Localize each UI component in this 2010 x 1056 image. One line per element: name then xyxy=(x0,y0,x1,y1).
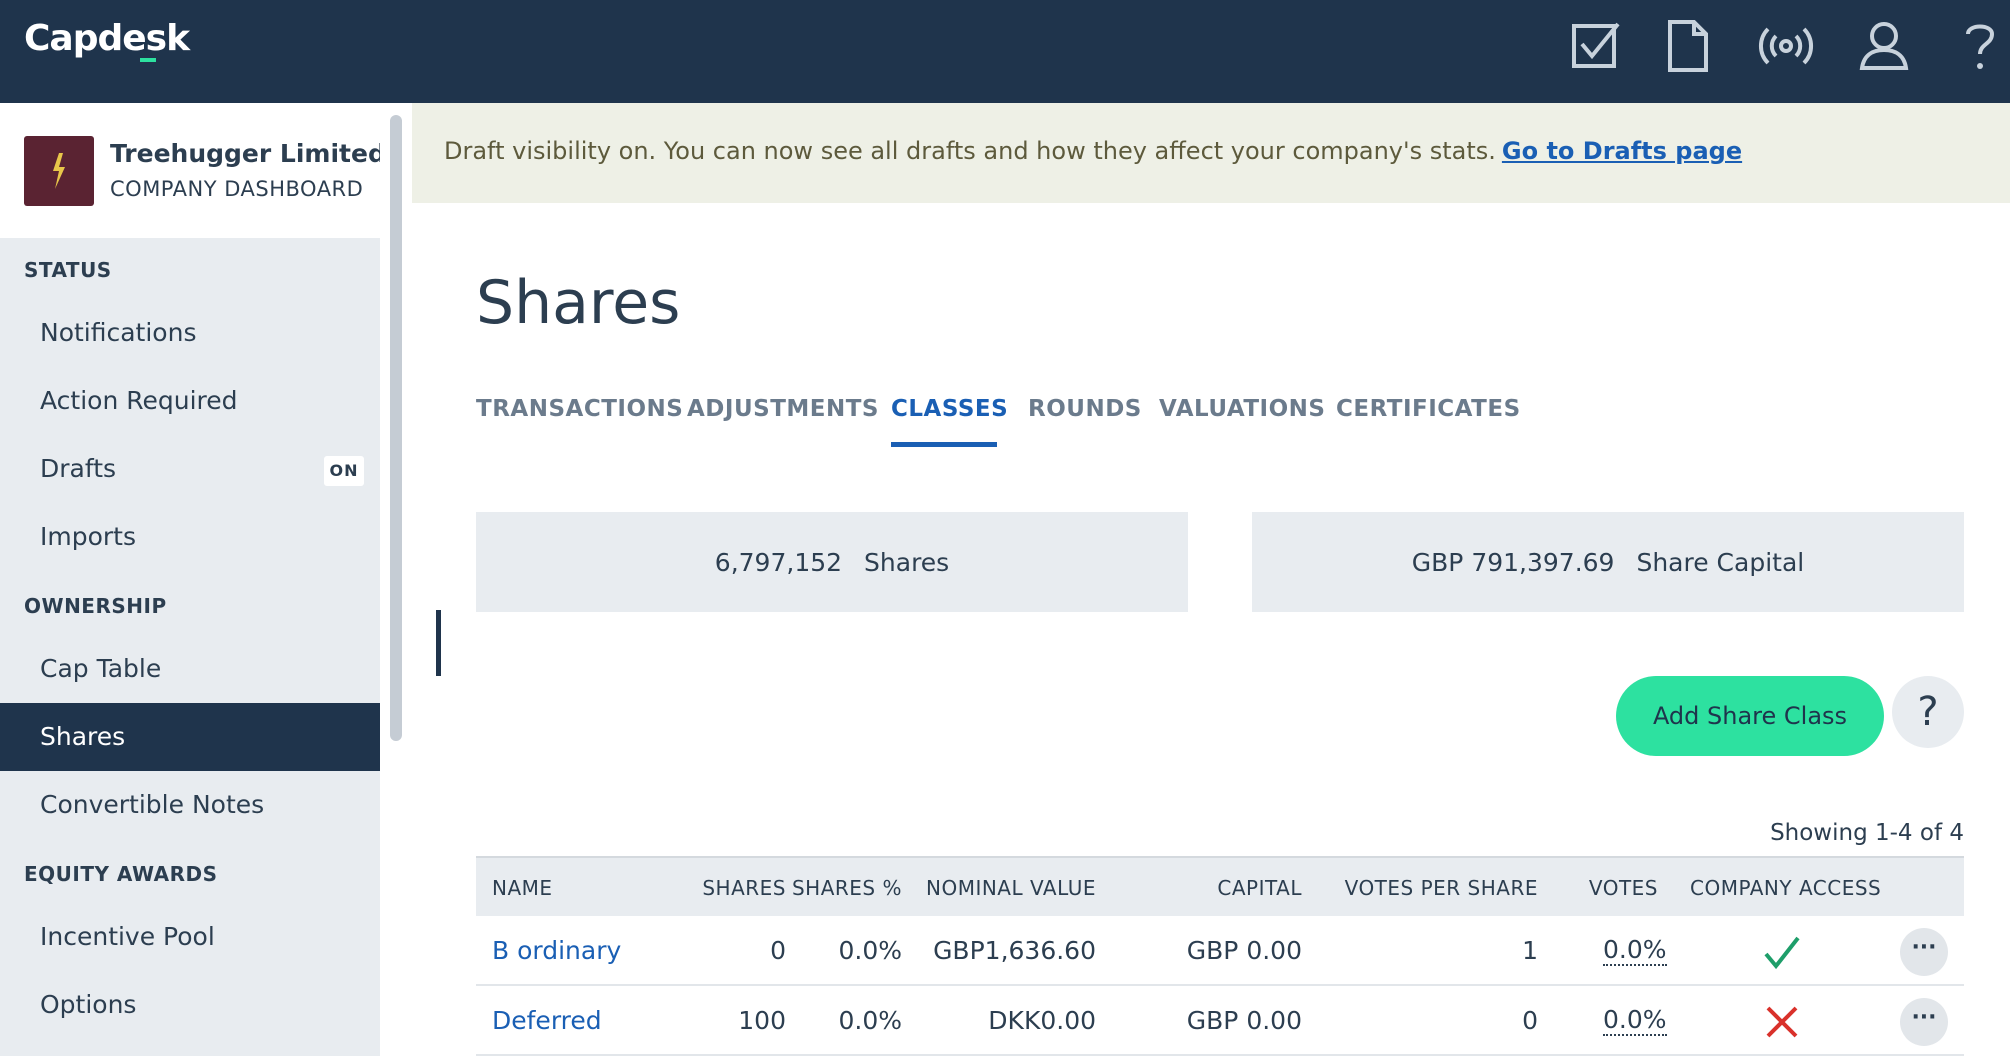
tab-transactions[interactable]: TRANSACTIONS xyxy=(476,396,683,422)
banner-text: Draft visibility on. You can now see all… xyxy=(444,137,1496,165)
broadcast-icon[interactable] xyxy=(1756,16,1816,76)
go-to-drafts-link[interactable]: Go to Drafts page xyxy=(1502,137,1742,165)
nominal-value-cell: GBP1,636.60 xyxy=(933,936,1096,965)
draft-visibility-banner: Draft visibility on. You can now see all… xyxy=(412,103,2010,203)
share-class-name-link[interactable]: Deferred xyxy=(492,1006,602,1035)
sidebar-item-shares[interactable]: Shares xyxy=(0,703,380,771)
sidebar-item-action-required[interactable]: Action Required xyxy=(0,367,380,435)
sidebar-item-label: Action Required xyxy=(40,386,238,415)
sidebar-scrollbar-thumb[interactable] xyxy=(390,115,402,741)
text-cursor-marker xyxy=(436,610,441,676)
column-header-shares-pct[interactable]: SHARES % xyxy=(776,876,902,900)
lightning-icon xyxy=(53,153,65,189)
total-shares-stat: 6,797,152 Shares xyxy=(476,512,1188,612)
check-icon xyxy=(1762,932,1802,972)
column-header-company-access[interactable]: COMPANY ACCESS xyxy=(1690,876,1881,900)
tab-adjustments[interactable]: ADJUSTMENTS xyxy=(687,396,879,422)
sidebar-item-imports[interactable]: Imports xyxy=(0,503,380,571)
sidebar-item-label: Incentive Pool xyxy=(40,922,215,951)
sidebar-item-label: Shares xyxy=(40,722,126,751)
sidebar-item-label: Convertible Notes xyxy=(40,790,265,819)
tab-valuations[interactable]: VALUATIONS xyxy=(1159,396,1325,422)
sidebar-item-cap-table[interactable]: Cap Table xyxy=(0,635,380,703)
column-header-name[interactable]: NAME xyxy=(492,876,553,900)
tab-rounds[interactable]: ROUNDS xyxy=(1028,396,1142,422)
table-row: Deferred 100 0.0% DKK0.00 GBP 0.00 0 0.0… xyxy=(476,986,1964,1056)
sidebar-item-drafts[interactable]: Drafts ON xyxy=(0,435,380,503)
user-icon[interactable] xyxy=(1854,16,1914,76)
document-icon[interactable] xyxy=(1658,16,1718,76)
shares-cell: 100 xyxy=(738,1006,786,1035)
tab-certificates[interactable]: CERTIFICATES xyxy=(1336,396,1521,422)
sidebar-item-options[interactable]: Options xyxy=(0,971,380,1039)
shares-pct-cell: 0.0% xyxy=(838,1006,902,1035)
table-header: NAME SHARES SHARES % NOMINAL VALUE CAPIT… xyxy=(476,856,1964,916)
column-header-shares[interactable]: SHARES xyxy=(646,876,786,900)
capital-cell: GBP 0.00 xyxy=(1186,1006,1302,1035)
sidebar-item-label: Notifications xyxy=(40,318,197,347)
cross-icon xyxy=(1762,1002,1802,1042)
capdesk-logo[interactable]: Capdesk xyxy=(24,18,190,59)
sidebar-item-label: Cap Table xyxy=(40,654,162,683)
help-icon[interactable] xyxy=(1950,16,2010,76)
column-header-capital[interactable]: CAPITAL xyxy=(1156,876,1302,900)
table-row: B ordinary 0 0.0% GBP1,636.60 GBP 0.00 1… xyxy=(476,916,1964,986)
pagination-summary: Showing 1-4 of 4 xyxy=(1770,820,1964,846)
company-header[interactable]: Treehugger Limited COMPANY DASHBOARD xyxy=(0,103,386,238)
company-name: Treehugger Limited xyxy=(110,139,386,168)
share-capital-value: GBP 791,397.69 xyxy=(1411,547,1615,577)
votes-cell-tooltip[interactable]: 0.0% xyxy=(1603,1006,1667,1036)
shares-pct-cell: 0.0% xyxy=(838,936,902,965)
company-dashboard-label: COMPANY DASHBOARD xyxy=(110,177,364,201)
company-logo xyxy=(24,136,94,206)
row-more-actions-button[interactable]: ··· xyxy=(1900,998,1948,1046)
sidebar-item-notifications[interactable]: Notifications xyxy=(0,299,380,367)
sidebar-item-label: Options xyxy=(40,990,137,1019)
column-header-nominal-value[interactable]: NOMINAL VALUE xyxy=(906,876,1096,900)
help-button[interactable]: ? xyxy=(1892,676,1964,748)
logo-underline-accent xyxy=(140,58,156,62)
column-header-votes-per-share[interactable]: VOTES PER SHARE xyxy=(1336,876,1538,900)
sidebar-item-label: Imports xyxy=(40,522,136,551)
tasks-checkbox-icon[interactable] xyxy=(1566,16,1626,76)
shares-cell: 0 xyxy=(770,936,786,965)
total-shares-label: Shares xyxy=(864,547,950,577)
sidebar-heading-status: STATUS xyxy=(24,258,112,282)
capital-cell: GBP 0.00 xyxy=(1186,936,1302,965)
drafts-on-badge: ON xyxy=(324,456,364,486)
votes-cell-tooltip[interactable]: 0.0% xyxy=(1603,936,1667,966)
sidebar-item-incentive-pool[interactable]: Incentive Pool xyxy=(0,903,380,971)
nominal-value-cell: DKK0.00 xyxy=(988,1006,1096,1035)
tab-classes[interactable]: CLASSES xyxy=(891,396,1008,422)
total-shares-value: 6,797,152 xyxy=(714,547,843,577)
share-capital-label: Share Capital xyxy=(1636,547,1805,577)
sidebar-item-convertible-notes[interactable]: Convertible Notes xyxy=(0,771,380,839)
sidebar-heading-ownership: OWNERSHIP xyxy=(24,594,167,618)
top-navigation-bar: Capdesk xyxy=(0,0,2010,103)
share-capital-stat: GBP 791,397.69 Share Capital xyxy=(1252,512,1964,612)
share-class-name-link[interactable]: B ordinary xyxy=(492,936,621,965)
page-title: Shares xyxy=(476,268,681,338)
sidebar-item-label: Drafts xyxy=(40,454,117,483)
column-header-votes[interactable]: VOTES xyxy=(1556,876,1658,900)
votes-per-share-cell: 1 xyxy=(1522,936,1538,965)
sidebar-heading-equity-awards: EQUITY AWARDS xyxy=(24,862,218,886)
add-share-class-button[interactable]: Add Share Class xyxy=(1616,676,1884,756)
banner-message: Draft visibility on. You can now see all… xyxy=(444,137,1742,165)
active-tab-indicator xyxy=(891,442,997,447)
row-more-actions-button[interactable]: ··· xyxy=(1900,928,1948,976)
votes-per-share-cell: 0 xyxy=(1522,1006,1538,1035)
sidebar: Treehugger Limited COMPANY DASHBOARD STA… xyxy=(0,103,386,1056)
